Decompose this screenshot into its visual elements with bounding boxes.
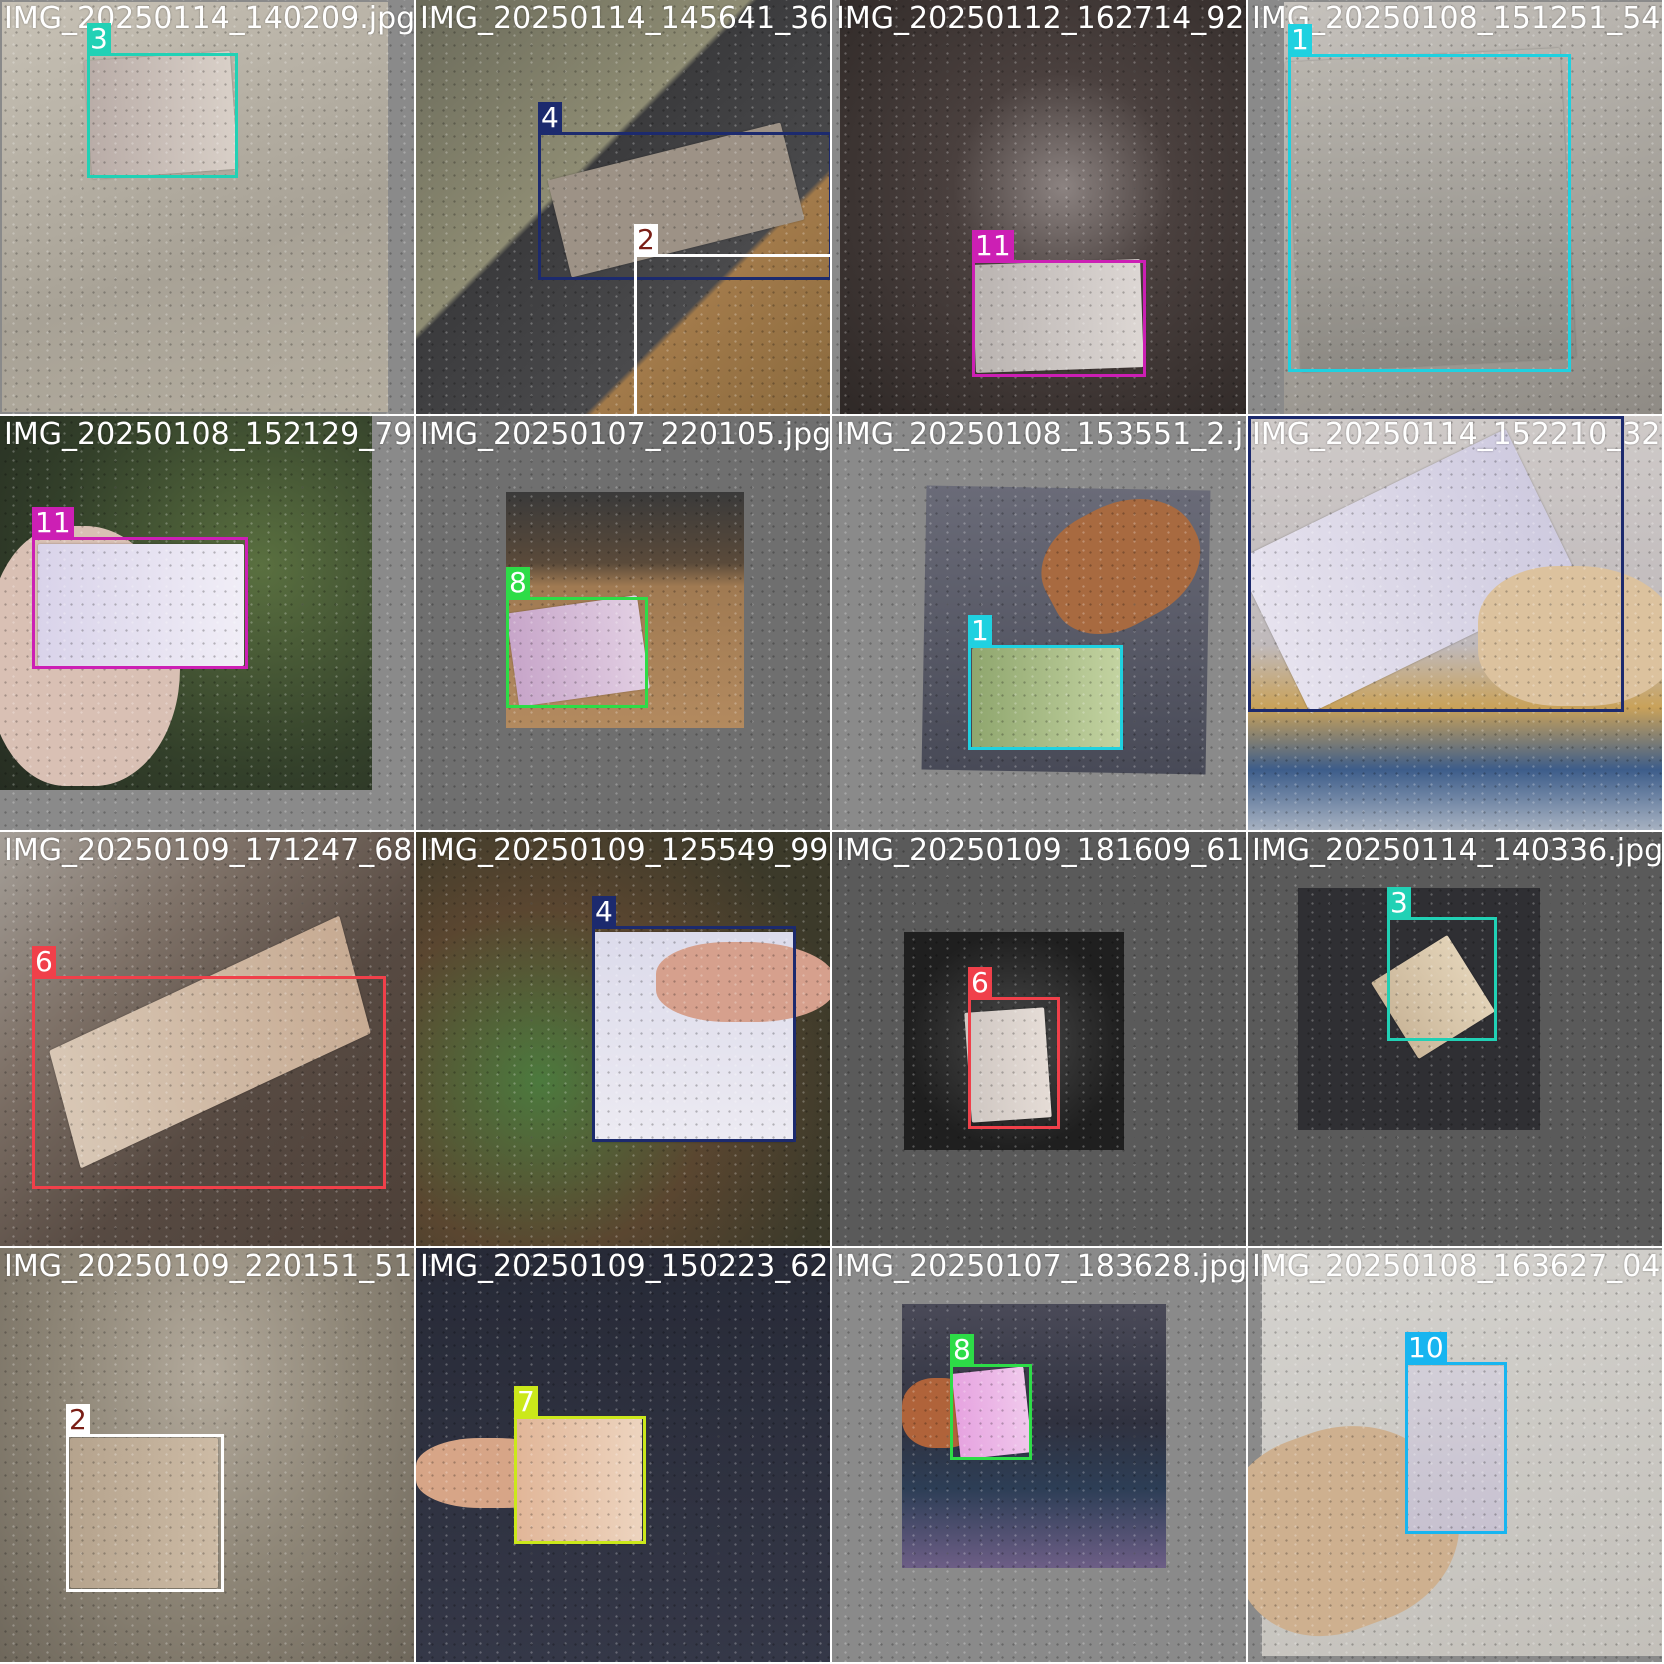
class-label: 3 <box>87 23 111 55</box>
detection-box: 11 <box>32 507 248 669</box>
detection-box: 7 <box>514 1386 646 1544</box>
class-label: 1 <box>968 615 992 647</box>
image-filename: IMG_20250107_183628.jpg <box>836 1249 1248 1284</box>
detection-box: 1 <box>968 615 1123 750</box>
class-label: 2 <box>66 1404 90 1436</box>
detection-box: 8 <box>506 567 648 708</box>
image-filename: IMG_20250108_151251_545 <box>1252 1 1664 36</box>
detection-box: 10 <box>1405 1332 1507 1534</box>
class-label: 4 <box>538 102 562 134</box>
detection-box: 11 <box>972 230 1146 377</box>
detection-box: 3 <box>87 23 238 178</box>
class-label: 2 <box>634 224 658 256</box>
image-filename: IMG_20250108_153551_2.jpg <box>836 417 1248 452</box>
image-filename: IMG_20250114_140209.jpg <box>4 1 416 36</box>
mosaic-tile: IMG_20250109_125549_996.jpg 4 <box>416 832 832 1248</box>
class-label: 8 <box>506 567 530 599</box>
mosaic-tile: IMG_20250108_163627_043 10 <box>1248 1248 1664 1664</box>
image-filename: IMG_20250109_150223_625.jpg <box>420 1249 830 1284</box>
mosaic-tile: IMG_20250114_140209.jpg 3 <box>0 0 416 416</box>
image-filename: IMG_20250107_220105.jpg <box>420 417 832 452</box>
detection-box: 1 <box>1288 24 1571 372</box>
image-filename: IMG_20250108_152129_793.jpg <box>4 417 414 452</box>
mosaic-tile: IMG_20250112_162714_928.jpg 11 <box>832 0 1248 416</box>
image-filename: IMG_20250109_220151_512.jpg <box>4 1249 414 1284</box>
mosaic-tile: IMG_20250108_153551_2.jpg 1 <box>832 416 1248 832</box>
class-label: 6 <box>32 946 56 978</box>
class-label: 11 <box>32 507 74 539</box>
mosaic-tile: IMG_20250108_152129_793.jpg 11 <box>0 416 416 832</box>
image-filename: IMG_20250114_145641_368.jpg <box>420 1 830 36</box>
detection-box: 6 <box>32 946 386 1189</box>
image-filename: IMG_20250112_162714_928.jpg <box>836 1 1246 36</box>
detection-box: 2 <box>634 224 830 414</box>
mosaic-tile: IMG_20250109_171247_681.jpg 6 <box>0 832 416 1248</box>
mosaic-tile: IMG_20250114_145641_368.jpg 4 2 <box>416 0 832 416</box>
mosaic-tile: IMG_20250109_150223_625.jpg 7 <box>416 1248 832 1664</box>
image-filename: IMG_20250109_171247_681.jpg <box>4 833 414 868</box>
image-filename: IMG_20250108_163627_043 <box>1252 1249 1664 1284</box>
class-label: 4 <box>592 896 616 928</box>
detection-mosaic: IMG_20250114_140209.jpg 3 IMG_20250114_1… <box>0 0 1664 1664</box>
mosaic-tile: IMG_20250109_220151_512.jpg 2 <box>0 1248 416 1664</box>
mosaic-tile: IMG_20250108_151251_545 1 <box>1248 0 1664 416</box>
image-filename: IMG_20250109_125549_996.jpg <box>420 833 830 868</box>
detection-box: 4 <box>592 896 796 1142</box>
image-filename: IMG_20250114_140336.jpg <box>1252 833 1664 868</box>
class-label: 11 <box>972 230 1014 262</box>
class-label: 7 <box>514 1386 538 1418</box>
class-label: 3 <box>1387 887 1411 919</box>
detection-box: 8 <box>950 1334 1032 1460</box>
mosaic-tile: IMG_20250114_140336.jpg 3 <box>1248 832 1664 1248</box>
detection-box: 4 <box>1248 416 1624 712</box>
detection-box: 2 <box>66 1404 224 1592</box>
image-filename: IMG_20250109_181609_617.jpg <box>836 833 1246 868</box>
mosaic-tile: IMG_20250107_220105.jpg 8 <box>416 416 832 832</box>
mosaic-tile: IMG_20250107_183628.jpg 8 <box>832 1248 1248 1664</box>
detection-box: 3 <box>1387 887 1497 1041</box>
detection-box: 6 <box>968 967 1060 1129</box>
class-label: 6 <box>968 967 992 999</box>
class-label: 8 <box>950 1334 974 1366</box>
mosaic-tile: IMG_20250114_152210_324 4 <box>1248 416 1664 832</box>
class-label: 1 <box>1288 24 1312 56</box>
class-label: 10 <box>1405 1332 1447 1364</box>
mosaic-tile: IMG_20250109_181609_617.jpg 6 <box>832 832 1248 1248</box>
